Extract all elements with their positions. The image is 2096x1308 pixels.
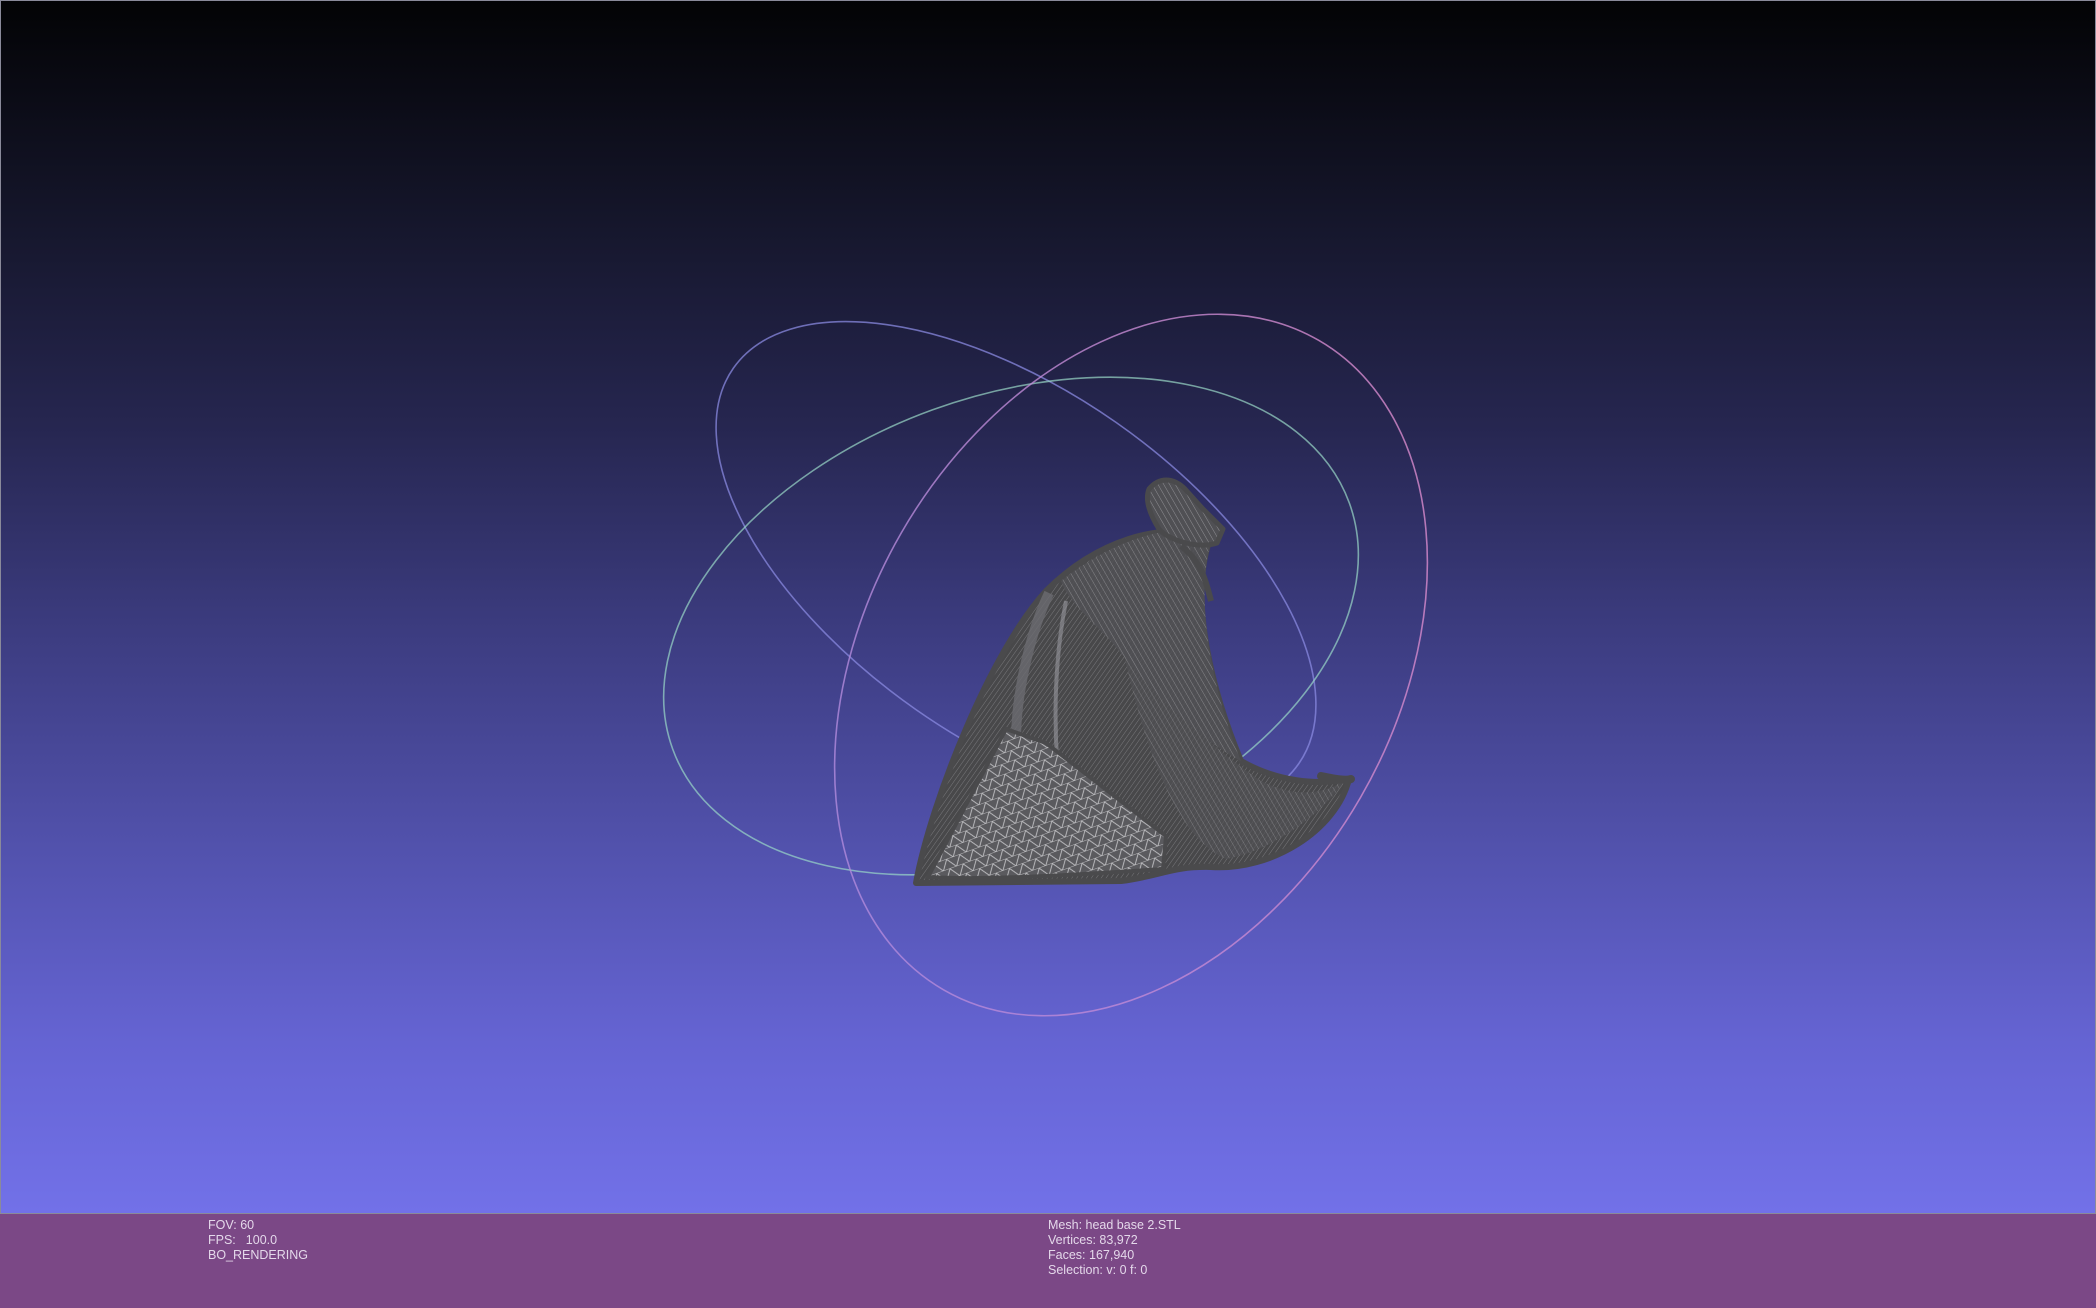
fps-readout: FPS: 100.0 — [208, 1233, 308, 1248]
faces-count: 167,940 — [1089, 1248, 1135, 1262]
selection-label: Selection: — [1048, 1263, 1103, 1277]
vertices-label: Vertices: — [1048, 1233, 1096, 1247]
3d-viewport[interactable] — [0, 0, 2096, 1214]
fps-value: 100.0 — [245, 1233, 278, 1247]
mesh-info: Mesh: head base 2.STL Vertices: 83,972 F… — [1048, 1218, 1181, 1278]
mesh-label: Mesh: — [1048, 1218, 1083, 1232]
status-info-bar: FOV: 60 FPS: 100.0 BO_RENDERING Mesh: hea… — [0, 1214, 2096, 1308]
mesh-object[interactable] — [913, 477, 1355, 886]
mesh-name-readout: Mesh: head base 2.STL — [1048, 1218, 1181, 1233]
vertices-count: 83,972 — [1099, 1233, 1138, 1247]
faces-label: Faces: — [1048, 1248, 1086, 1262]
fov-label: FOV: — [208, 1218, 237, 1232]
render-info: FOV: 60 FPS: 100.0 BO_RENDERING — [208, 1218, 308, 1263]
vertices-readout: Vertices: 83,972 — [1048, 1233, 1181, 1248]
selection-value: v: 0 f: 0 — [1106, 1263, 1148, 1277]
render-mode: BO_RENDERING — [208, 1248, 309, 1262]
fov-value: 60 — [240, 1218, 255, 1232]
meshlab-window: FOV: 60 FPS: 100.0 BO_RENDERING Mesh: hea… — [0, 0, 2096, 1308]
scene-canvas[interactable] — [1, 1, 2096, 1215]
selection-readout: Selection: v: 0 f: 0 — [1048, 1263, 1181, 1278]
fov-readout: FOV: 60 — [208, 1218, 308, 1233]
faces-readout: Faces: 167,940 — [1048, 1248, 1181, 1263]
mesh-name: head base 2.STL — [1085, 1218, 1181, 1232]
fps-label: FPS: — [208, 1233, 236, 1247]
